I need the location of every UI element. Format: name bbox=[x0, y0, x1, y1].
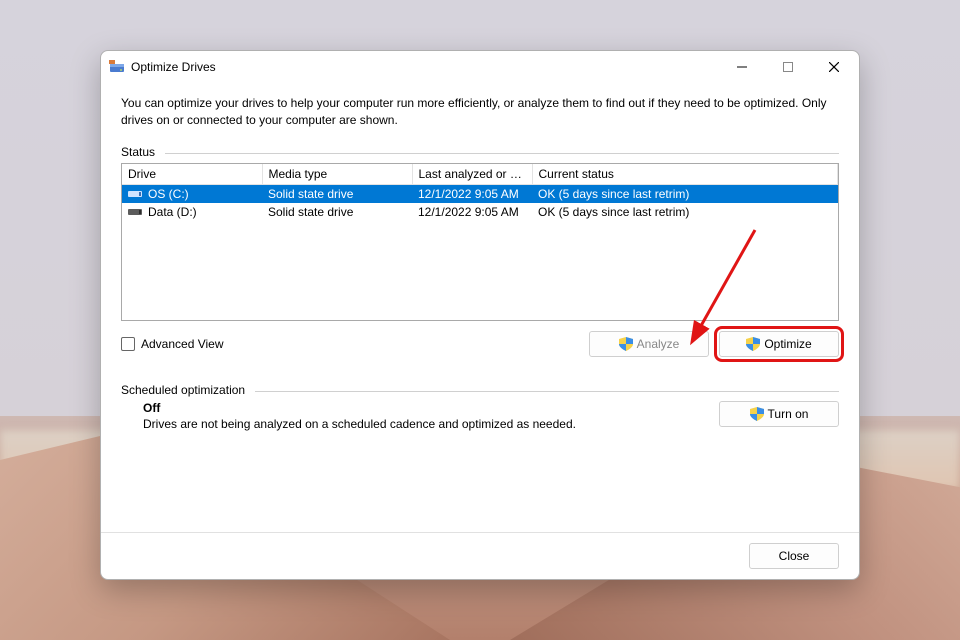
status-label: Status bbox=[121, 145, 155, 159]
app-icon bbox=[109, 59, 125, 75]
shield-icon bbox=[619, 337, 633, 351]
advanced-view-checkbox[interactable]: Advanced View bbox=[121, 337, 224, 351]
col-drive[interactable]: Drive bbox=[122, 164, 262, 185]
optimize-button[interactable]: Optimize bbox=[719, 331, 839, 357]
optimize-drives-window: Optimize Drives You can optimize your dr… bbox=[100, 50, 860, 580]
drive-name: OS (C:) bbox=[148, 187, 189, 201]
shield-icon bbox=[750, 407, 764, 421]
drive-name: Data (D:) bbox=[148, 205, 197, 219]
col-media[interactable]: Media type bbox=[262, 164, 412, 185]
table-row[interactable]: OS (C:) Solid state drive 12/1/2022 9:05… bbox=[122, 184, 838, 203]
description-text: You can optimize your drives to help you… bbox=[121, 95, 839, 129]
close-button[interactable] bbox=[811, 51, 857, 83]
shield-icon bbox=[746, 337, 760, 351]
drives-table[interactable]: Drive Media type Last analyzed or o... C… bbox=[121, 163, 839, 321]
current-status: OK (5 days since last retrim) bbox=[532, 203, 838, 221]
last-analyzed: 12/1/2022 9:05 AM bbox=[412, 203, 532, 221]
ssd-icon bbox=[128, 188, 144, 200]
ssd-icon bbox=[128, 206, 144, 218]
maximize-button[interactable] bbox=[765, 51, 811, 83]
advanced-view-label: Advanced View bbox=[141, 337, 224, 351]
media-type: Solid state drive bbox=[262, 203, 412, 221]
current-status: OK (5 days since last retrim) bbox=[532, 184, 838, 203]
window-title: Optimize Drives bbox=[131, 60, 216, 74]
col-last[interactable]: Last analyzed or o... bbox=[412, 164, 532, 185]
scheduled-label: Scheduled optimization bbox=[121, 383, 245, 397]
divider bbox=[255, 391, 839, 392]
turn-on-button[interactable]: Turn on bbox=[719, 401, 839, 427]
checkbox-icon bbox=[121, 337, 135, 351]
media-type: Solid state drive bbox=[262, 184, 412, 203]
table-header-row: Drive Media type Last analyzed or o... C… bbox=[122, 164, 838, 185]
scheduled-note: Drives are not being analyzed on a sched… bbox=[143, 417, 576, 431]
table-row[interactable]: Data (D:) Solid state drive 12/1/2022 9:… bbox=[122, 203, 838, 221]
divider bbox=[165, 153, 839, 154]
minimize-button[interactable] bbox=[719, 51, 765, 83]
col-current[interactable]: Current status bbox=[532, 164, 838, 185]
last-analyzed: 12/1/2022 9:05 AM bbox=[412, 184, 532, 203]
scheduled-state: Off bbox=[143, 401, 576, 415]
close-dialog-button[interactable]: Close bbox=[749, 543, 839, 569]
analyze-button[interactable]: Analyze bbox=[589, 331, 709, 357]
titlebar: Optimize Drives bbox=[101, 51, 859, 83]
